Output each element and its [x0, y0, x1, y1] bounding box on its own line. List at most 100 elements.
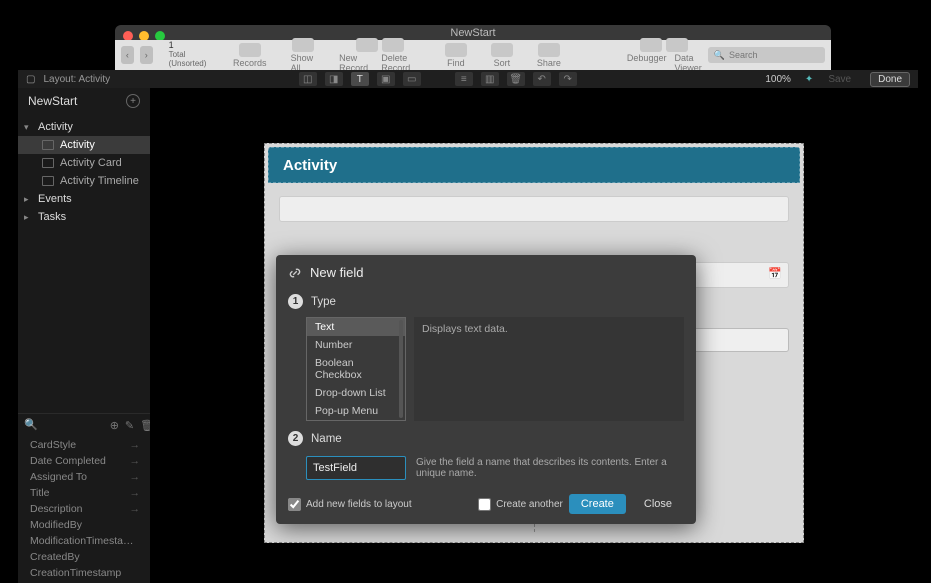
tree-section-tasks[interactable]: ▸ Tasks	[18, 208, 150, 226]
field-row[interactable]: Title→	[18, 485, 150, 501]
pane-left-toggle[interactable]: ◫	[299, 72, 317, 86]
name-hint: Give the field a name that describes its…	[416, 457, 684, 479]
type-option-dropdown[interactable]: Drop-down List	[307, 384, 405, 402]
field-row[interactable]: ModificationTimesta…	[18, 533, 150, 549]
field-label: Assigned To	[30, 471, 87, 483]
parent-search-field[interactable]: 🔍 Search	[708, 47, 825, 63]
field-row[interactable]: CardStyle→	[18, 437, 150, 453]
tree-section-events[interactable]: ▸ Events	[18, 190, 150, 208]
field-icon	[288, 266, 302, 280]
parent-toolbar: ‹ › 1 Total (Unsorted) Records Show All …	[115, 40, 831, 70]
close-button[interactable]: Close	[632, 494, 684, 514]
save-button[interactable]: Save	[821, 73, 858, 86]
tree-section-label: Activity	[38, 121, 73, 133]
group-tool-button[interactable]: ▥	[481, 72, 499, 86]
card-header-title: Activity	[283, 157, 337, 174]
tree-item-activity[interactable]: Activity	[18, 136, 150, 154]
text-tool-button[interactable]: T	[351, 72, 369, 86]
field-row[interactable]: ModifiedBy	[18, 517, 150, 533]
field-label: ModificationTimesta…	[30, 535, 133, 547]
pane-right-toggle[interactable]: ◨	[325, 72, 343, 86]
find-button[interactable]	[445, 43, 467, 57]
layout-icon: ▢	[26, 74, 35, 85]
step-name-row: 2 Name	[276, 425, 696, 450]
sidebar-field-pane: 🔍 ⊕ ✎ 🗑 CardStyle→ Date Completed→ Assig…	[18, 413, 150, 583]
type-option-popup[interactable]: Pop-up Menu	[307, 402, 405, 420]
tree-item-activity-timeline[interactable]: Activity Timeline	[18, 172, 150, 190]
toolbar-find-section: Find	[445, 43, 467, 68]
records-pane-button[interactable]	[239, 43, 261, 57]
wand-icon[interactable]: ✦	[805, 74, 813, 85]
nav-back-button[interactable]: ‹	[121, 46, 134, 64]
field-label: CreationTimestamp	[30, 567, 121, 579]
zoom-level[interactable]: 100%	[765, 74, 791, 85]
field-row[interactable]: CreatedBy	[18, 549, 150, 565]
canvas-field-placeholder[interactable]	[279, 196, 789, 222]
button-tool-button[interactable]: ▭	[403, 72, 421, 86]
create-button[interactable]: Create	[569, 494, 626, 514]
show-all-button[interactable]	[292, 38, 314, 52]
toolbar-debugger-section: Debugger Data Viewer	[627, 38, 702, 73]
type-option-text[interactable]: Text	[307, 318, 405, 336]
delete-record-button[interactable]	[382, 38, 404, 52]
create-another-input[interactable]	[478, 498, 491, 511]
nav-forward-button[interactable]: ›	[140, 46, 153, 64]
tree-section-activity[interactable]: ▾ Activity	[18, 118, 150, 136]
records-label: Records	[233, 58, 267, 68]
add-to-layout-input[interactable]	[288, 498, 301, 511]
field-search-input[interactable]	[44, 419, 104, 431]
add-layout-button[interactable]: +	[126, 94, 140, 108]
type-option-boolean[interactable]: Boolean Checkbox	[307, 354, 405, 384]
drag-handle-icon: →	[130, 503, 141, 515]
share-button[interactable]	[538, 43, 560, 57]
field-name-input[interactable]	[306, 456, 406, 480]
add-to-layout-checkbox[interactable]: Add new fields to layout	[288, 498, 412, 511]
field-row[interactable]: Date Completed →	[18, 453, 150, 469]
debugger-button[interactable]	[640, 38, 662, 52]
create-another-checkbox[interactable]: Create another	[478, 498, 563, 511]
modal-header: New field	[276, 255, 696, 288]
chevron-right-icon: ▸	[24, 194, 32, 205]
align-tool-button[interactable]: ≡	[455, 72, 473, 86]
tree-item-activity-card[interactable]: Activity Card	[18, 154, 150, 172]
layout-icon	[42, 140, 54, 150]
toolbar-share-section: Share	[537, 43, 561, 68]
step-1-badge: 1	[288, 294, 303, 309]
modal-footer: Add new fields to layout Create another …	[276, 484, 696, 514]
step-type-label: Type	[311, 296, 336, 308]
new-record-button[interactable]	[356, 38, 378, 52]
data-viewer-button[interactable]	[666, 38, 688, 52]
create-another-label: Create another	[496, 499, 563, 510]
field-label: Title	[30, 487, 49, 499]
layout-tree: ▾ Activity Activity Activity Card Activi…	[18, 114, 150, 230]
undo-button[interactable]: ↶	[533, 72, 551, 86]
modal-title: New field	[310, 265, 363, 280]
type-option-number[interactable]: Number	[307, 336, 405, 354]
drag-handle-icon: →	[130, 455, 141, 467]
delete-tool-button[interactable]: 🗑	[507, 72, 525, 86]
tree-section-label: Events	[38, 193, 72, 205]
image-tool-button[interactable]: ▣	[377, 72, 395, 86]
layout-icon	[42, 158, 54, 168]
add-field-button[interactable]: ⊕	[110, 419, 119, 431]
find-label: Find	[447, 58, 465, 68]
field-type-list[interactable]: Text Number Boolean Checkbox Drop-down L…	[306, 317, 406, 421]
field-label: Date Completed	[30, 455, 106, 467]
redo-button[interactable]: ↷	[559, 72, 577, 86]
type-description: Displays text data.	[414, 317, 684, 421]
sort-button[interactable]	[491, 43, 513, 57]
done-button[interactable]: Done	[870, 72, 910, 87]
tree-item-label: Activity	[60, 139, 95, 151]
field-row[interactable]: Description→	[18, 501, 150, 517]
type-option-checkboxset[interactable]: Checkbox Set	[307, 420, 405, 421]
editor-toolbar: ▢ Layout: Activity ◫ ◨ T ▣ ▭ ≡ ▥ 🗑 ↶ ↷ 1…	[18, 70, 918, 88]
field-label: ModifiedBy	[30, 519, 82, 531]
toolbar-newrecord-section: New Record Delete Record	[339, 38, 421, 73]
field-row[interactable]: Assigned To→	[18, 469, 150, 485]
breadcrumb: Layout: Activity	[43, 74, 110, 85]
toolbar-sort-section: Sort	[491, 43, 513, 68]
card-header[interactable]: Activity	[268, 147, 800, 183]
edit-field-button[interactable]: ✎	[125, 419, 134, 431]
chevron-down-icon: ▾	[24, 122, 32, 133]
field-row[interactable]: CreationTimestamp	[18, 565, 150, 581]
